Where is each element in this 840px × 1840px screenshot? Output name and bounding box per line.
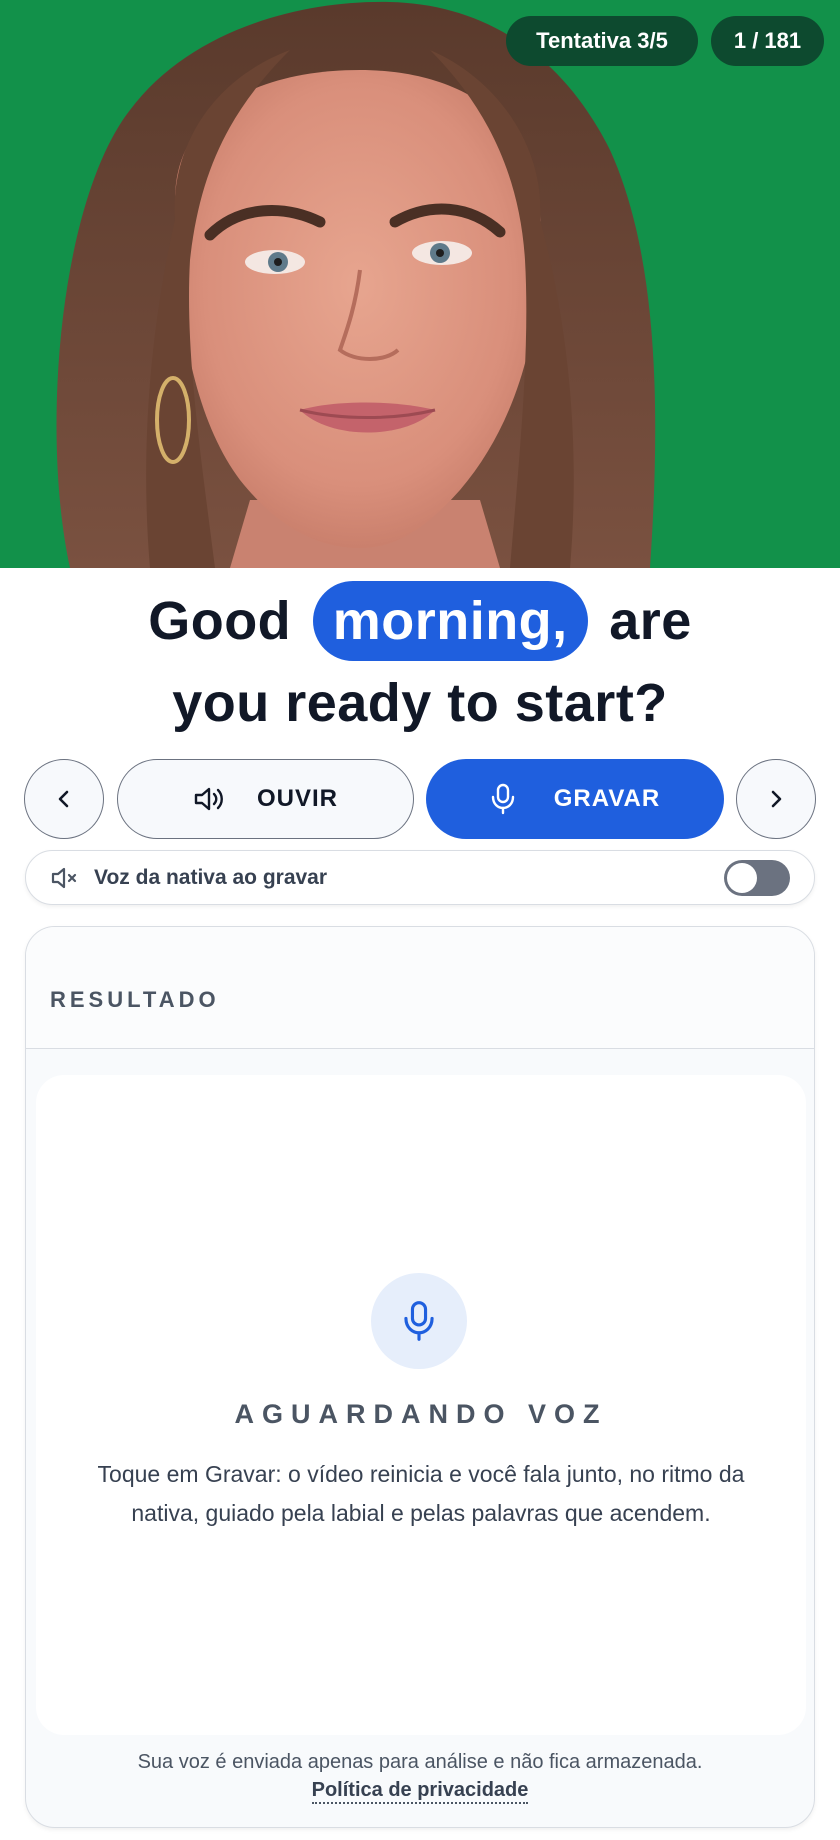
waiting-mic-badge <box>371 1273 467 1369</box>
recording-hint: Toque em Gravar: o vídeo reinicia e você… <box>97 1461 745 1526</box>
native-voice-toggle-row[interactable]: Voz da nativa ao gravar <box>25 850 815 905</box>
result-title: RESULTADO <box>50 987 220 1012</box>
chevron-right-icon <box>771 790 782 808</box>
speaker-icon <box>194 787 223 811</box>
practice-sentence: Good morning, are you ready to start? <box>0 580 840 744</box>
previous-button[interactable] <box>24 759 104 839</box>
microphone-icon <box>491 783 514 815</box>
switch-knob <box>727 863 757 893</box>
listen-button[interactable]: OUVIR <box>117 759 414 839</box>
microphone-icon <box>404 1301 434 1341</box>
native-voice-toggle-label: Voz da nativa ao gravar <box>94 865 328 889</box>
privacy-policy-wrapper: Política de privacidade <box>26 1779 814 1804</box>
record-button-label: GRAVAR <box>553 785 661 812</box>
speaker-video-frame <box>56 1 656 568</box>
video-player[interactable]: Tentativa 3/5 1 / 181 <box>0 0 840 568</box>
phrase-counter-badge: 1 / 181 <box>711 16 824 66</box>
next-button[interactable] <box>736 759 816 839</box>
sentence-line-1: Good morning, are <box>0 580 840 662</box>
result-card: RESULTADO AGUARDANDO VOZ Toque em Gravar… <box>25 926 815 1828</box>
listen-button-label: OUVIR <box>256 785 338 812</box>
privacy-policy-link[interactable]: Política de privacidade <box>311 1779 529 1804</box>
native-voice-switch[interactable] <box>724 860 790 896</box>
speaker-muted-icon <box>51 867 77 888</box>
sentence-line-2: you ready to start? <box>172 673 668 733</box>
sentence-word: Good <box>148 591 292 651</box>
attempt-badge: Tentativa 3/5 <box>506 16 698 66</box>
result-card-header: RESULTADO <box>26 927 814 1049</box>
sentence-word-highlighted: morning, <box>312 581 588 661</box>
waiting-status: AGUARDANDO VOZ <box>234 1399 608 1429</box>
result-panel: AGUARDANDO VOZ Toque em Gravar: o vídeo … <box>36 1075 806 1735</box>
chevron-left-icon <box>58 790 69 808</box>
record-button[interactable]: GRAVAR <box>426 759 724 839</box>
sentence-word: are <box>609 591 692 651</box>
privacy-note: Sua voz é enviada apenas para análise e … <box>137 1751 703 1773</box>
